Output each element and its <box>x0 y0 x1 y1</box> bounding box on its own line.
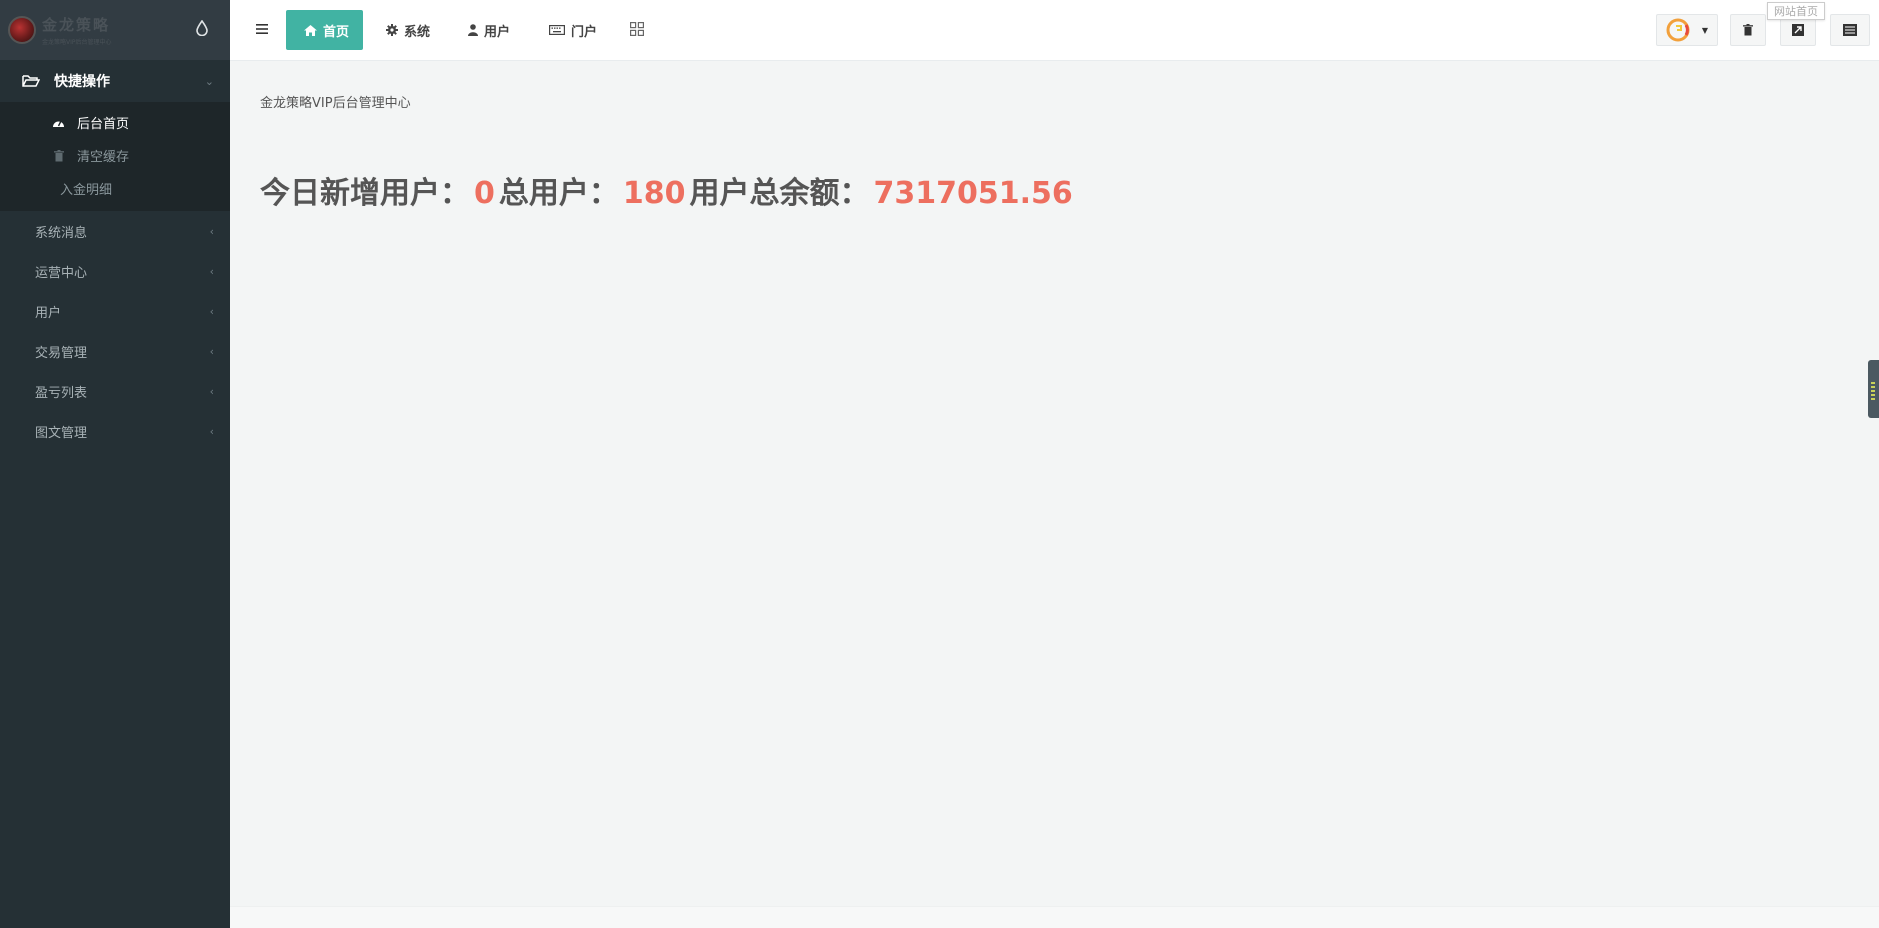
sidebar-item-clear-cache[interactable]: 清空缓存 <box>0 139 230 172</box>
sidebar-item-label: 图文管理 <box>35 425 88 441</box>
external-link-icon <box>1792 24 1804 36</box>
apps-grid-icon[interactable] <box>630 22 644 36</box>
brand-logo[interactable] <box>8 16 36 44</box>
sidebar-group-label: 快捷操作 <box>54 74 110 90</box>
tab-system[interactable]: 系统 <box>386 10 430 50</box>
settings-panel-button[interactable] <box>1830 14 1870 46</box>
tooltip: 网站首页 <box>1767 2 1825 20</box>
sidebar-item-label: 盈亏列表 <box>35 385 88 401</box>
side-panel-handle[interactable] <box>1868 360 1879 418</box>
sidebar-item-label: 交易管理 <box>35 345 88 361</box>
tab-home[interactable]: 首页 <box>286 10 364 50</box>
home-icon <box>304 24 317 36</box>
total-users-value: 180 <box>622 176 686 211</box>
brand-subtitle: 金龙策略VIP后台管理中心 <box>42 39 112 46</box>
new-users-value: 0 <box>474 176 495 211</box>
sidebar-item-label: 入金明细 <box>60 183 113 198</box>
chevron-down-icon: ⌄ <box>204 74 214 88</box>
sidebar-item-label: 系统消息 <box>35 225 88 241</box>
keyboard-icon <box>549 25 565 35</box>
chevron-left-icon: ‹ <box>209 344 214 358</box>
brand-title: 金龙策略 <box>42 16 111 34</box>
brand-text: 金龙策略 金龙策略VIP后台管理中心 <box>42 14 112 46</box>
avatar <box>1666 18 1690 42</box>
chevron-left-icon: ‹ <box>209 264 214 278</box>
new-users-label: 今日新增用户： <box>260 176 470 211</box>
brand-header: 金龙策略 金龙策略VIP后台管理中心 <box>0 0 230 60</box>
sidebar-item-operations-center[interactable]: 运营中心 ‹ <box>0 251 230 291</box>
tab-label: 系统 <box>404 24 431 40</box>
user-icon <box>468 24 478 36</box>
trash-icon <box>52 149 65 162</box>
tab-label: 首页 <box>323 24 350 40</box>
chevron-left-icon: ‹ <box>209 304 214 318</box>
topbar: 首页 系统 用户 门户 ▼ <box>230 0 1879 61</box>
tab-label: 门户 <box>571 24 598 40</box>
caret-down-icon: ▼ <box>1701 25 1709 35</box>
sidebar-item-system-messages[interactable]: 系统消息 ‹ <box>0 211 230 251</box>
sidebar-item-label: 后台首页 <box>77 117 130 132</box>
trash-icon <box>1743 24 1753 36</box>
sidebar-item-label: 运营中心 <box>35 265 88 281</box>
footer <box>230 906 1879 928</box>
total-balance-label: 用户总余额： <box>689 176 870 211</box>
dashboard-icon <box>52 116 65 129</box>
gear-icon <box>386 24 398 36</box>
tab-portal[interactable]: 门户 <box>549 10 597 50</box>
sidebar-item-label: 清空缓存 <box>77 150 130 165</box>
sidebar-item-users[interactable]: 用户 ‹ <box>0 291 230 331</box>
sidebar-item-label: 用户 <box>35 305 62 321</box>
stats-summary: 今日新增用户： 0 总用户： 180 用户总余额： 7317051.56 <box>260 168 1077 212</box>
chevron-left-icon: ‹ <box>209 384 214 398</box>
handle-grip-icon <box>1871 382 1875 400</box>
breadcrumb: 金龙策略VIP后台管理中心 <box>260 96 411 111</box>
sidebar-item-content-management[interactable]: 图文管理 ‹ <box>0 411 230 451</box>
tab-label: 用户 <box>484 24 511 40</box>
clear-cache-button[interactable] <box>1730 14 1766 46</box>
sidebar-item-deposit-details[interactable]: 入金明细 <box>0 172 230 205</box>
menu-toggle-icon[interactable] <box>256 23 268 35</box>
sidebar-item-trade-management[interactable]: 交易管理 ‹ <box>0 331 230 371</box>
sidebar-group-quick-actions[interactable]: 快捷操作 ⌄ <box>0 60 230 102</box>
chevron-left-icon: ‹ <box>209 224 214 238</box>
total-balance-value: 7317051.56 <box>873 176 1073 211</box>
sidebar: 金龙策略 金龙策略VIP后台管理中心 快捷操作 ⌄ 后台首页 清空缓存 入金明细 <box>0 0 230 928</box>
chevron-left-icon: ‹ <box>209 424 214 438</box>
list-icon <box>1843 24 1857 36</box>
theme-drop-icon[interactable] <box>196 20 208 36</box>
tab-users[interactable]: 用户 <box>468 10 510 50</box>
sidebar-item-profit-loss[interactable]: 盈亏列表 ‹ <box>0 371 230 411</box>
sidebar-item-dashboard[interactable]: 后台首页 <box>0 106 230 139</box>
account-dropdown-button[interactable]: ▼ <box>1656 14 1718 46</box>
folder-open-icon <box>22 75 40 87</box>
total-users-label: 总用户： <box>498 176 619 211</box>
sidebar-submenu: 后台首页 清空缓存 入金明细 <box>0 102 230 211</box>
